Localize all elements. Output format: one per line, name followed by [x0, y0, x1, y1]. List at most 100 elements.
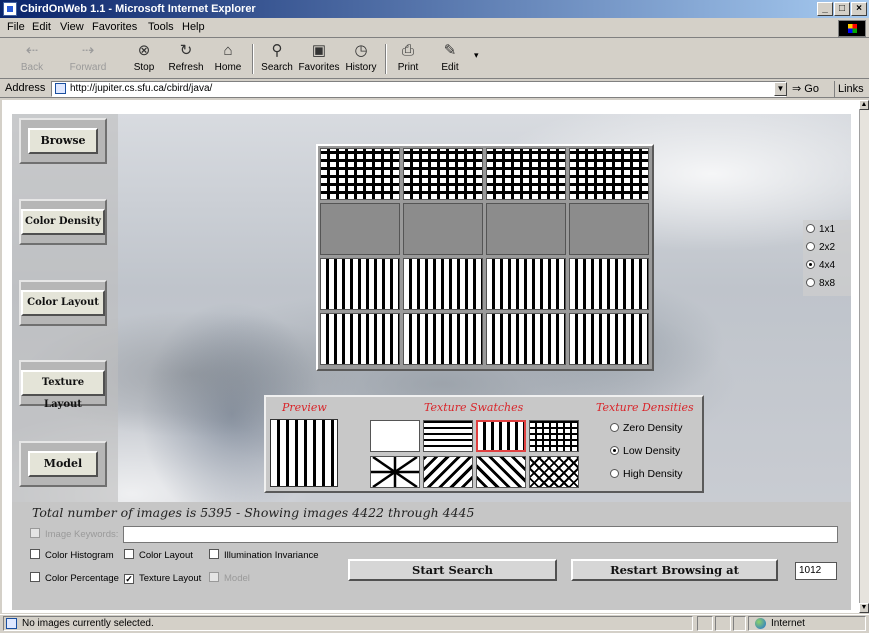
checkmark-icon: ✓ [124, 574, 134, 584]
texture-layout-checkbox[interactable]: ✓ Texture Layout [124, 572, 201, 586]
resolution-1x1[interactable]: 1x1 [806, 223, 835, 237]
restart-index-input[interactable]: 1012 [795, 562, 837, 580]
grid-cell[interactable] [320, 313, 400, 365]
start-search-button[interactable]: Start Search [348, 559, 557, 581]
grid-cell[interactable] [486, 148, 566, 200]
color-density-button[interactable]: Color Density [21, 209, 105, 235]
edit-button[interactable]: ✎ Edit [428, 41, 472, 77]
menu-favorites[interactable]: Favorites [92, 21, 137, 33]
texture-layout-button[interactable]: Texture Layout [21, 370, 105, 410]
color-percentage-checkbox[interactable]: Color Percentage [30, 572, 119, 586]
go-button[interactable]: ⇒ Go [792, 81, 830, 97]
checkbox-icon [124, 549, 134, 559]
stop-button[interactable]: ⊗ Stop [122, 41, 166, 77]
search-button[interactable]: ⚲ Search [255, 41, 299, 77]
history-button[interactable]: ◷ History [339, 41, 383, 77]
grid-resolution-group: 1x1 2x2 4x4 8x8 [803, 220, 851, 296]
menu-tools[interactable]: Tools [148, 21, 174, 33]
favorites-button[interactable]: ▣ Favorites [297, 41, 341, 77]
scroll-up-button[interactable]: ▲ [859, 100, 869, 110]
texture-preview [270, 419, 338, 487]
model-button[interactable]: Model [28, 451, 98, 477]
links-button[interactable]: Links » [834, 81, 869, 111]
status-cell [715, 616, 731, 631]
image-keywords-input[interactable] [123, 526, 838, 543]
close-button[interactable]: × [851, 2, 867, 16]
print-label: Print [397, 62, 419, 73]
grid-cell[interactable] [486, 203, 566, 255]
search-icon: ⚲ [271, 42, 283, 59]
model-checkbox[interactable]: Model [209, 572, 250, 586]
color-layout-checkbox[interactable]: Color Layout [124, 549, 193, 563]
nav-color-layout-frame: Color Layout [19, 280, 107, 326]
menu-view[interactable]: View [60, 21, 84, 33]
edit-label: Edit [441, 62, 459, 73]
grid-cell[interactable] [569, 203, 649, 255]
restore-button[interactable]: □ [834, 2, 850, 16]
swatch-star[interactable] [370, 455, 420, 489]
image-keywords-checkbox[interactable]: Image Keywords: [30, 528, 118, 542]
address-input[interactable]: http://jupiter.cs.sfu.ca/cbird/java/ [51, 81, 786, 97]
nav-browse-frame: Browse [19, 118, 107, 164]
menu-edit[interactable]: Edit [32, 21, 51, 33]
grid-cell[interactable] [403, 258, 483, 310]
resolution-4x4[interactable]: 4x4 [806, 259, 835, 273]
color-layout-button[interactable]: Color Layout [21, 290, 105, 316]
menu-file[interactable]: File [7, 21, 25, 33]
grid-cell[interactable] [320, 203, 400, 255]
swatch-horizontal[interactable] [423, 420, 473, 452]
checkbox-icon [209, 549, 219, 559]
go-label: Go [804, 83, 819, 95]
stop-label: Stop [133, 62, 155, 73]
swatch-crosshatch[interactable] [529, 456, 579, 488]
illumination-invariance-checkbox[interactable]: Illumination Invariance [209, 549, 319, 563]
grid-cell[interactable] [569, 313, 649, 365]
cbird-applet: Browse Color Density Color Layout Textur… [12, 114, 851, 502]
grid-cell[interactable] [403, 313, 483, 365]
grid-cell[interactable] [320, 258, 400, 310]
minimize-button[interactable]: _ [817, 2, 833, 16]
resolution-8x8[interactable]: 8x8 [806, 277, 835, 291]
resolution-2x2[interactable]: 2x2 [806, 241, 835, 255]
color-percentage-label: Color Percentage [45, 573, 119, 584]
edit-dropdown-icon[interactable]: ▾ [474, 50, 479, 61]
density-high[interactable]: High Density [610, 467, 683, 481]
back-button[interactable]: ⇠ Back [10, 41, 54, 77]
swatch-diagonal-left[interactable] [476, 456, 526, 488]
resolution-label: 1x1 [819, 224, 836, 235]
radio-icon [806, 242, 815, 251]
address-dropdown-button[interactable]: ▼ [774, 82, 787, 96]
swatch-blank[interactable] [370, 420, 420, 452]
print-button[interactable]: ⎙ Print [386, 41, 430, 77]
printer-icon: ⎙ [401, 42, 414, 59]
grid-cell[interactable] [320, 148, 400, 200]
home-button[interactable]: ⌂ Home [206, 41, 250, 77]
grid-cell[interactable] [403, 148, 483, 200]
back-arrow-icon: ⇠ [25, 42, 39, 59]
vertical-scrollbar[interactable] [859, 100, 869, 613]
window-title: CbirdOnWeb 1.1 - Microsoft Internet Expl… [20, 3, 256, 15]
density-low[interactable]: Low Density [610, 444, 680, 458]
density-zero[interactable]: Zero Density [610, 421, 683, 435]
grid-cell[interactable] [569, 148, 649, 200]
image-keywords-label: Image Keywords: [45, 529, 119, 540]
grid-cell[interactable] [403, 203, 483, 255]
model-label: Model [224, 573, 250, 584]
radio-selected-icon [610, 446, 619, 455]
swatch-vertical-selected[interactable] [476, 420, 526, 452]
refresh-button[interactable]: ↻ Refresh [164, 41, 208, 77]
grid-cell[interactable] [486, 258, 566, 310]
densities-title: Texture Densities [596, 401, 694, 414]
ie-app-icon [3, 2, 17, 16]
swatch-grid[interactable] [529, 420, 579, 452]
color-histogram-checkbox[interactable]: Color Histogram [30, 549, 114, 563]
restart-browsing-button[interactable]: Restart Browsing at [571, 559, 778, 581]
swatch-diagonal-right[interactable] [423, 456, 473, 488]
grid-cell[interactable] [486, 313, 566, 365]
browse-button[interactable]: Browse [28, 128, 98, 154]
nav-model-frame: Model [19, 441, 107, 487]
forward-button[interactable]: ⇢ Forward [66, 41, 110, 77]
grid-cell[interactable] [569, 258, 649, 310]
scroll-down-button[interactable]: ▼ [859, 603, 869, 613]
menu-help[interactable]: Help [182, 21, 205, 33]
